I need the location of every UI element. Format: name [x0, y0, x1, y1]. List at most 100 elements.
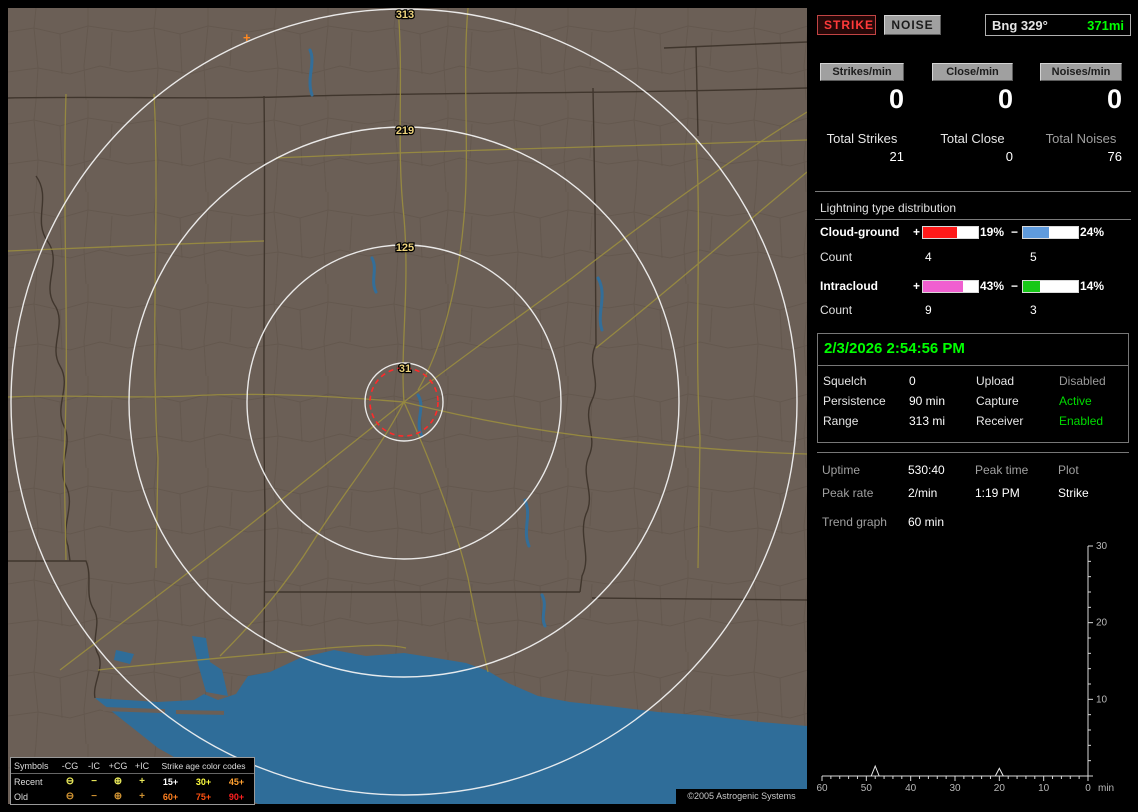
strikes-per-min-button[interactable]: Strikes/min [820, 63, 904, 81]
cloud-ground-row: Cloud-ground + 19% − 24% [815, 225, 1131, 241]
range-label-219: 219 [396, 125, 414, 137]
svg-text:10: 10 [1096, 694, 1108, 705]
persistence-label: Persistence [823, 394, 886, 408]
peak-rate-value: 2/min [908, 486, 938, 500]
pos-cg-recent-icon: ⊕ [113, 776, 123, 787]
legend-recent-row: Recent ⊖ − ⊕ + 15+ 30+ 45+ [11, 774, 254, 789]
age-60: 60+ [162, 791, 179, 802]
squelch-value: 0 [909, 374, 916, 388]
separator [818, 365, 1128, 366]
intracloud-positive-pct: 43% [980, 279, 1005, 293]
strikes-per-min-value: 0 [888, 84, 904, 114]
intracloud-positive-gauge [922, 280, 979, 293]
legend-col-neg-ic: -IC [88, 760, 100, 771]
cloud-ground-negative-pct: 24% [1080, 225, 1105, 239]
age-45: 45+ [228, 776, 245, 787]
separator [815, 219, 1131, 220]
noises-per-min-button[interactable]: Noises/min [1040, 63, 1122, 81]
intracloud-positive-count: 9 [925, 303, 932, 317]
intracloud-label: Intracloud [820, 279, 879, 293]
lightning-map[interactable]: 313 219 125 31 + ©2005 Astrogenic System… [7, 8, 808, 805]
total-strikes-label: Total Strikes [826, 131, 898, 146]
squelch-row: Squelch 0 Upload Disabled [818, 374, 1128, 392]
svg-text:60: 60 [817, 783, 828, 794]
noise-button[interactable]: NOISE [884, 15, 941, 35]
age-90: 90+ [228, 791, 245, 802]
peak-rate-label: Peak rate [822, 486, 874, 500]
upload-label: Upload [976, 374, 1015, 388]
cloud-ground-negative-gauge [1022, 226, 1079, 239]
bearing-value: Bng 329° [992, 17, 1048, 33]
cloud-ground-positive-count: 4 [925, 250, 932, 264]
legend-col-neg-cg: -CG [61, 760, 79, 771]
upload-status: Disabled [1059, 374, 1106, 388]
strike-button[interactable]: STRIKE [817, 15, 876, 35]
intracloud-negative-gauge [1022, 280, 1079, 293]
receiver-status: Enabled [1059, 414, 1104, 428]
plus-sign: + [913, 225, 921, 239]
svg-text:40: 40 [905, 783, 917, 794]
cloud-ground-negative-count: 5 [1030, 250, 1037, 264]
range-label-313: 313 [396, 9, 414, 21]
total-strikes-value: 21 [889, 149, 904, 164]
pos-ic-recent-icon: + [139, 776, 145, 787]
total-noises-label: Total Noises [1045, 131, 1117, 146]
range-label-125: 125 [396, 242, 414, 254]
datetime: 2/3/2026 2:54:56 PM [824, 340, 965, 357]
bearing-display: Bng 329° 371mi [985, 14, 1131, 36]
count-label: Count [820, 250, 853, 264]
total-close-label: Total Close [940, 131, 1005, 146]
trend-graph-label: Trend graph [822, 515, 887, 529]
strike-legend: Symbols -CG -IC +CG +IC Strike age color… [10, 757, 255, 805]
svg-text:50: 50 [861, 783, 873, 794]
trend-graph: 60 50 40 30 20 10 0 min 10 20 30 [817, 541, 1114, 794]
svg-text:20: 20 [994, 783, 1006, 794]
minus-sign: − [1011, 225, 1019, 239]
peak-rate-row: Peak rate 2/min 1:19 PM Strike [817, 486, 1129, 504]
uptime-row: Uptime 530:40 Peak time Plot [817, 463, 1129, 481]
trend-graph-row: Trend graph 60 min [817, 515, 1129, 533]
plus-sign: + [913, 279, 921, 293]
capture-label: Capture [976, 394, 1019, 408]
intracloud-count-row: Count 9 3 [815, 303, 1131, 319]
peak-time-label: Peak time [975, 463, 1029, 477]
uptime-value: 530:40 [908, 463, 945, 477]
legend-old-label: Old [14, 791, 29, 802]
status-panel: STRIKE NOISE Bng 329° 371mi Strikes/min … [815, 0, 1131, 812]
peak-time-value: 1:19 PM [975, 486, 1020, 500]
squelch-label: Squelch [823, 374, 867, 388]
neg-cg-old-icon: ⊖ [65, 791, 75, 802]
range-row: Range 313 mi Receiver Enabled [818, 414, 1128, 432]
total-close-value: 0 [1005, 149, 1013, 164]
cloud-ground-positive-gauge [922, 226, 979, 239]
cloud-ground-count-row: Count 4 5 [815, 250, 1131, 266]
cloud-ground-positive-pct: 19% [980, 225, 1005, 239]
age-75: 75+ [195, 791, 212, 802]
neg-ic-old-icon: − [91, 791, 97, 802]
count-label: Count [820, 303, 853, 317]
total-noises-value: 76 [1107, 149, 1122, 164]
legend-old-row: Old ⊖ − ⊕ + 60+ 75+ 90+ [11, 789, 254, 804]
svg-text:10: 10 [1038, 783, 1050, 794]
svg-text:20: 20 [1096, 618, 1108, 629]
minus-sign: − [1011, 279, 1019, 293]
plot-label: Plot [1058, 463, 1079, 477]
legend-header-row: Symbols -CG -IC +CG +IC Strike age color… [11, 758, 254, 774]
pos-ic-old-icon: + [139, 791, 145, 802]
range-label: Range [823, 414, 859, 428]
bearing-distance: 371mi [1087, 17, 1124, 33]
legend-recent-label: Recent [14, 776, 43, 787]
age-30: 30+ [195, 776, 212, 787]
legend-col-pos-cg: +CG [108, 760, 128, 771]
age-15: 15+ [162, 776, 179, 787]
plot-value: Strike [1058, 486, 1089, 500]
range-value: 313 mi [909, 414, 946, 428]
trend-graph-period: 60 min [908, 515, 945, 529]
close-per-min-button[interactable]: Close/min [932, 63, 1013, 81]
persistence-row: Persistence 90 min Capture Active [818, 394, 1128, 412]
separator [815, 191, 1131, 192]
range-label-31: 31 [399, 363, 411, 375]
receiver-label: Receiver [976, 414, 1024, 428]
capture-status: Active [1059, 394, 1092, 408]
cloud-ground-label: Cloud-ground [820, 225, 900, 239]
